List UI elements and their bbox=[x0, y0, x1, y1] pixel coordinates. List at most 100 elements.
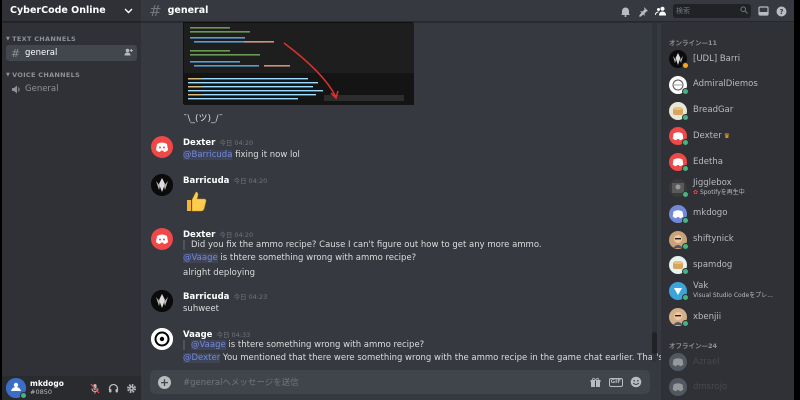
member-name: Edetha bbox=[693, 156, 723, 167]
status-dot-icon bbox=[682, 320, 689, 327]
members-icon[interactable] bbox=[655, 5, 667, 17]
member-activity: Visual Studio Codeをプレ... bbox=[693, 292, 773, 300]
mute-mic-icon[interactable] bbox=[89, 382, 101, 394]
message-input[interactable]: #generalへメッセージを送信 bbox=[183, 376, 299, 388]
user-mention[interactable]: @Vaage bbox=[191, 340, 226, 350]
member-name: Vak bbox=[693, 281, 709, 292]
user-mention[interactable]: @Vaage bbox=[183, 253, 218, 263]
scrollbar-thumb[interactable] bbox=[652, 332, 657, 354]
bell-icon[interactable] bbox=[619, 5, 631, 17]
message-timestamp: 今日 04:33 bbox=[216, 331, 251, 339]
discord-default-avatar[interactable] bbox=[151, 136, 173, 158]
status-dot-icon bbox=[682, 191, 689, 198]
member-item[interactable]: Jigglebox ✿ Spotifyを再生中 bbox=[669, 178, 793, 198]
gif-button[interactable]: GIF bbox=[608, 377, 623, 387]
chevron-down-icon[interactable] bbox=[123, 6, 133, 16]
avatar bbox=[669, 256, 689, 276]
user-panel: mkdogo #0850 bbox=[2, 376, 141, 400]
member-item[interactable]: [UDL] Barri bbox=[669, 49, 793, 69]
member-list: オンライン—11 [UDL] Barri AdmiralDiemos BreadGar… bbox=[661, 0, 797, 400]
member-item[interactable]: shiftynick bbox=[669, 230, 793, 250]
status-dot-icon bbox=[682, 139, 689, 147]
hash-icon: # bbox=[10, 46, 21, 60]
member-activity: Spotifyを再生中 bbox=[699, 189, 745, 196]
member-item[interactable]: BreadGar bbox=[669, 101, 793, 121]
emoji-icon[interactable] bbox=[630, 376, 642, 388]
avatar bbox=[669, 127, 689, 147]
message-text: suhweet bbox=[183, 304, 219, 314]
search-input[interactable]: 検索 bbox=[673, 4, 751, 18]
offline-member-item[interactable]: Azrael bbox=[669, 352, 793, 372]
user-tag: #0850 bbox=[30, 388, 52, 396]
online-status-icon bbox=[20, 392, 27, 399]
user-mention[interactable]: @Dexter bbox=[183, 353, 221, 363]
crown-icon: ♛ bbox=[723, 131, 730, 140]
voice-channel-general[interactable]: General bbox=[6, 81, 137, 97]
message-author[interactable]: Dexter bbox=[183, 230, 215, 240]
discord-default-avatar[interactable] bbox=[151, 228, 173, 250]
invite-icon[interactable] bbox=[124, 48, 133, 58]
server-header[interactable]: CyberCode Online bbox=[2, 0, 141, 22]
gear-icon[interactable] bbox=[125, 382, 137, 394]
member-name: xbenjii bbox=[693, 311, 722, 322]
member-name: BreadGar bbox=[693, 105, 734, 116]
avatar bbox=[669, 353, 687, 371]
member-item[interactable]: mkdogo bbox=[669, 204, 793, 224]
text-channels-category[interactable]: ▼ TEXT CHANNELS bbox=[2, 34, 141, 44]
member-item[interactable]: AdmiralDiemos bbox=[669, 75, 793, 95]
user-names: mkdogo #0850 bbox=[30, 380, 64, 397]
avatar[interactable] bbox=[151, 174, 173, 196]
status-dot-icon bbox=[682, 242, 689, 250]
user-mention[interactable]: @Barricuda bbox=[183, 150, 233, 160]
message-composer[interactable]: + #generalへメッセージを送信 GIF bbox=[150, 370, 650, 394]
message-scrollbar[interactable] bbox=[652, 22, 657, 362]
channel-label: general bbox=[25, 48, 58, 58]
avatar[interactable] bbox=[151, 290, 173, 312]
shrug-text: ¯\_(ツ)_/¯ bbox=[183, 114, 224, 124]
member-item[interactable]: Edetha bbox=[669, 152, 793, 173]
help-icon[interactable]: ? bbox=[775, 5, 787, 17]
voice-channels-category[interactable]: ▼ VOICE CHANNELS bbox=[2, 70, 141, 80]
message-author[interactable]: Vaage bbox=[183, 330, 212, 340]
member-item[interactable]: spamdog bbox=[669, 255, 793, 276]
channel-sidebar: CyberCode Online ▼ TEXT CHANNELS # gener… bbox=[2, 0, 141, 400]
message-timestamp: 今日 04:23 bbox=[233, 293, 268, 301]
channel-general[interactable]: # general bbox=[6, 45, 137, 61]
status-dot-icon bbox=[682, 294, 689, 302]
image-attachment[interactable] bbox=[183, 22, 414, 105]
message-text: @Vaage is thtere something wrong with am… bbox=[183, 253, 417, 263]
message-author[interactable]: Dexter bbox=[183, 138, 215, 148]
gift-icon[interactable] bbox=[590, 376, 602, 388]
search-icon bbox=[740, 6, 748, 16]
server-name: CyberCode Online bbox=[10, 5, 106, 16]
window-edge bbox=[794, 0, 797, 400]
headphones-icon[interactable] bbox=[107, 382, 119, 394]
inbox-icon[interactable] bbox=[757, 5, 769, 17]
message-text: @Dexter You mentioned that there were so… bbox=[183, 353, 661, 363]
channel-title: general bbox=[167, 5, 209, 16]
offline-member-item[interactable]: dmsrojo bbox=[669, 377, 793, 397]
avatar bbox=[669, 101, 689, 121]
message-author[interactable]: Barricuda bbox=[183, 292, 229, 302]
pin-icon[interactable] bbox=[637, 5, 649, 17]
member-item[interactable]: xbenjii bbox=[669, 307, 793, 327]
member-name: Jigglebox bbox=[693, 178, 732, 188]
message-author[interactable]: Barricuda bbox=[183, 176, 229, 186]
upload-plus-icon[interactable]: + bbox=[158, 375, 171, 389]
member-item[interactable]: Dexter ♛ bbox=[669, 126, 793, 147]
avatar bbox=[669, 50, 689, 69]
message-list[interactable]: ¯\_(ツ)_/¯ Dexter 今日 04:20 @Barricuda fix… bbox=[141, 22, 661, 400]
avatar bbox=[669, 230, 689, 250]
avatar bbox=[669, 75, 689, 95]
offline-members-category: オフライン—24 bbox=[669, 342, 718, 350]
member-name: AdmiralDiemos bbox=[693, 79, 758, 90]
message-timestamp: 今日 04:20 bbox=[219, 231, 254, 239]
chat-area: # general ¯\_(ツ)_/¯ Dexter 今日 04:20 @Bar… bbox=[141, 0, 661, 400]
status-dot-icon bbox=[682, 87, 689, 95]
avatar[interactable] bbox=[6, 378, 27, 399]
svg-text:?: ? bbox=[779, 8, 783, 16]
member-item[interactable]: Vak Visual Studio Codeをプレ... bbox=[669, 281, 793, 302]
avatar[interactable] bbox=[151, 328, 173, 350]
member-name: Azrael bbox=[693, 356, 720, 367]
status-dot-icon bbox=[682, 113, 689, 121]
